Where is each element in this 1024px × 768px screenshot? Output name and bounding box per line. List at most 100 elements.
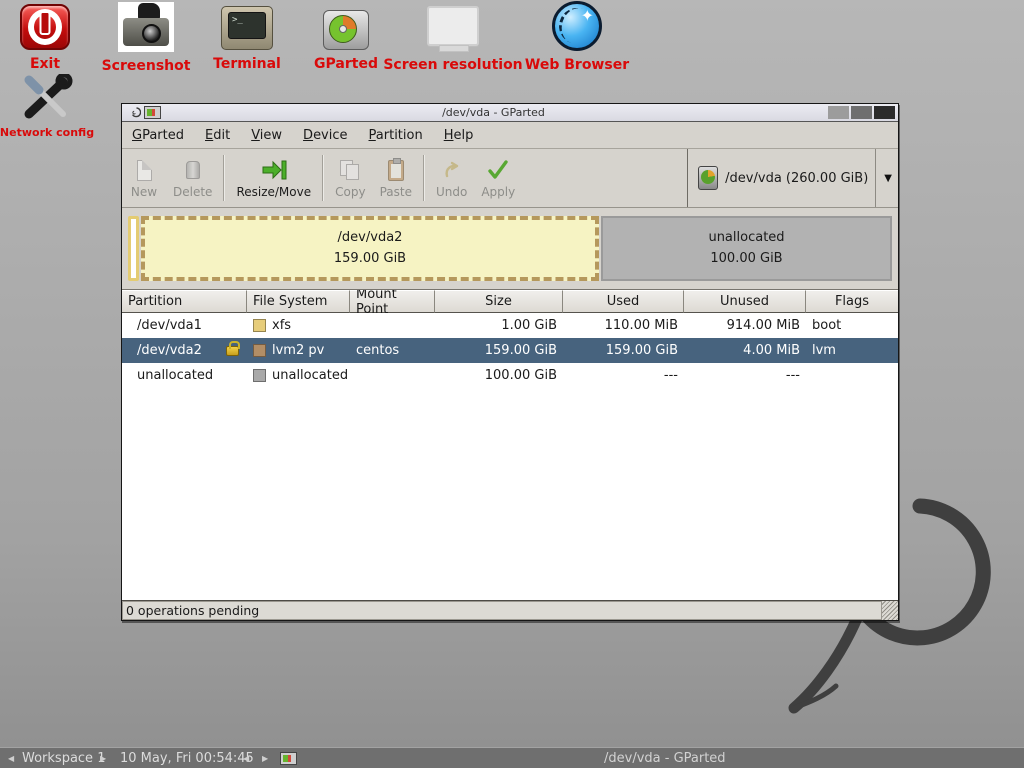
pending-operations-status: 0 operations pending (122, 601, 881, 620)
cell-unused: --- (684, 363, 806, 388)
desktop-icon-gparted[interactable]: GParted (314, 10, 378, 72)
window-title: /dev/vda - GParted (161, 106, 826, 119)
workspace-label: Workspace 1 (22, 748, 105, 768)
taskbar-clock: 10 May, Fri 00:54:45 (120, 748, 254, 768)
maximize-button[interactable] (851, 106, 872, 119)
cell-unused: 914.00 MiB (684, 313, 806, 338)
taskbar: ◀ Workspace 1 ▶ 10 May, Fri 00:54:45 ◀ ▶… (0, 747, 1024, 768)
partition-block-name: /dev/vda2 (338, 228, 403, 248)
resize-move-button[interactable]: Resize/Move (229, 149, 318, 207)
task-next-icon[interactable]: ▶ (262, 748, 268, 768)
debian-swirl-icon (128, 106, 141, 119)
partition-block-vda1[interactable] (128, 216, 139, 281)
apply-check-icon (487, 157, 509, 183)
menu-gparted[interactable]: GParted (132, 128, 184, 143)
device-selector-value: /dev/vda (260.00 GiB) (725, 171, 868, 186)
table-row-vda1[interactable]: /dev/vda1 xfs 1.00 GiB 110.00 MiB 914.00… (122, 313, 898, 338)
desktop-icon-screenshot[interactable]: Screenshot (112, 2, 180, 74)
cell-size: 1.00 GiB (435, 313, 563, 338)
copy-button[interactable]: Copy (328, 149, 372, 207)
power-icon (20, 4, 70, 50)
fs-color-chip (253, 344, 266, 357)
apply-button[interactable]: Apply (474, 149, 522, 207)
globe-icon: ✦ (552, 1, 602, 51)
desktop-icon-network-config[interactable]: Network config (10, 74, 84, 139)
cell-size: 100.00 GiB (435, 363, 563, 388)
column-header-unused[interactable]: Unused (684, 290, 806, 313)
menu-edit[interactable]: Edit (205, 128, 230, 143)
cell-partition: /dev/vda2 (122, 338, 247, 363)
column-header-partition[interactable]: Partition (122, 290, 247, 313)
menu-view[interactable]: View (251, 128, 282, 143)
partition-block-size: 100.00 GiB (710, 249, 782, 269)
paste-button[interactable]: Paste (373, 149, 419, 207)
cell-filesystem: lvm2 pv (247, 338, 350, 363)
taskbar-task-title[interactable]: /dev/vda - GParted (604, 748, 726, 768)
column-header-used[interactable]: Used (563, 290, 684, 313)
close-button[interactable] (874, 106, 895, 119)
desktop-icon-label: Exit (30, 56, 60, 72)
desktop-icon-exit[interactable]: Exit (13, 4, 77, 72)
column-header-mountpoint[interactable]: Mount Point (350, 290, 435, 313)
desktop-icon-label: Network config (0, 126, 94, 139)
cell-unused: 4.00 MiB (684, 338, 806, 363)
cell-partition: /dev/vda1 (122, 313, 247, 338)
hard-drive-icon (698, 166, 718, 190)
minimize-button[interactable] (828, 106, 849, 119)
monitor-icon (427, 6, 479, 46)
cell-filesystem: unallocated (247, 363, 350, 388)
cell-used: 159.00 GiB (563, 338, 684, 363)
window-titlebar[interactable]: /dev/vda - GParted (122, 104, 898, 122)
resize-grip[interactable] (881, 601, 898, 620)
table-row-vda2-selected[interactable]: /dev/vda2 lvm2 pv centos 159.00 GiB 159.… (122, 338, 898, 363)
fs-color-chip (253, 319, 266, 332)
workspace-next-icon[interactable]: ▶ (100, 748, 106, 768)
gparted-app-icon (144, 106, 161, 119)
toolbar-separator (223, 155, 225, 201)
workspace-prev-icon[interactable]: ◀ (8, 748, 14, 768)
toolbar-separator (322, 155, 324, 201)
partition-block-name: unallocated (708, 228, 784, 248)
cell-size: 159.00 GiB (435, 338, 563, 363)
desktop-icon-web-browser[interactable]: ✦ Web Browser (534, 1, 620, 73)
menu-help[interactable]: Help (444, 128, 474, 143)
partition-table: Partition File System Mount Point Size U… (122, 289, 898, 600)
column-header-size[interactable]: Size (435, 290, 563, 313)
delete-icon (186, 157, 200, 183)
partition-block-unallocated[interactable]: unallocated 100.00 GiB (601, 216, 892, 281)
column-header-filesystem[interactable]: File System (247, 290, 350, 313)
undo-icon (442, 157, 462, 183)
fs-color-chip (253, 369, 266, 382)
tools-icon (19, 74, 75, 120)
desktop-icon-terminal[interactable]: >_ Terminal (213, 6, 281, 72)
new-button[interactable]: New (122, 149, 166, 207)
desktop-icon-label: GParted (314, 56, 378, 72)
partition-block-vda2-selected[interactable]: /dev/vda2 159.00 GiB (141, 216, 599, 281)
copy-icon (340, 157, 360, 183)
terminal-icon: >_ (221, 6, 273, 50)
menu-device[interactable]: Device (303, 128, 347, 143)
cell-used: 110.00 MiB (563, 313, 684, 338)
desktop-icon-label: Terminal (213, 56, 281, 72)
menu-partition[interactable]: Partition (369, 128, 423, 143)
table-row-unallocated[interactable]: unallocated unallocated 100.00 GiB --- -… (122, 363, 898, 388)
desktop-icon-label: Web Browser (525, 57, 629, 73)
cell-mountpoint (350, 363, 435, 388)
toolbar: New Delete Resize/Move Copy Paste (122, 149, 898, 208)
camera-icon (118, 2, 174, 52)
partition-block-size: 159.00 GiB (334, 249, 406, 269)
task-prev-icon[interactable]: ◀ (243, 748, 249, 768)
desktop-icon-screen-resolution[interactable]: Screen resolution (395, 6, 511, 73)
cell-partition: unallocated (122, 363, 247, 388)
task-app-icon[interactable] (280, 748, 297, 768)
cell-flags (806, 363, 898, 388)
cell-filesystem: xfs (247, 313, 350, 338)
desktop-icon-label: Screen resolution (383, 57, 522, 73)
dropdown-arrow-icon[interactable]: ▼ (875, 149, 892, 207)
device-selector[interactable]: /dev/vda (260.00 GiB) ▼ (687, 149, 898, 207)
disk-pie-icon (323, 10, 369, 50)
cell-mountpoint: centos (350, 338, 435, 363)
delete-button[interactable]: Delete (166, 149, 219, 207)
column-header-flags[interactable]: Flags (806, 290, 898, 313)
undo-button[interactable]: Undo (429, 149, 474, 207)
